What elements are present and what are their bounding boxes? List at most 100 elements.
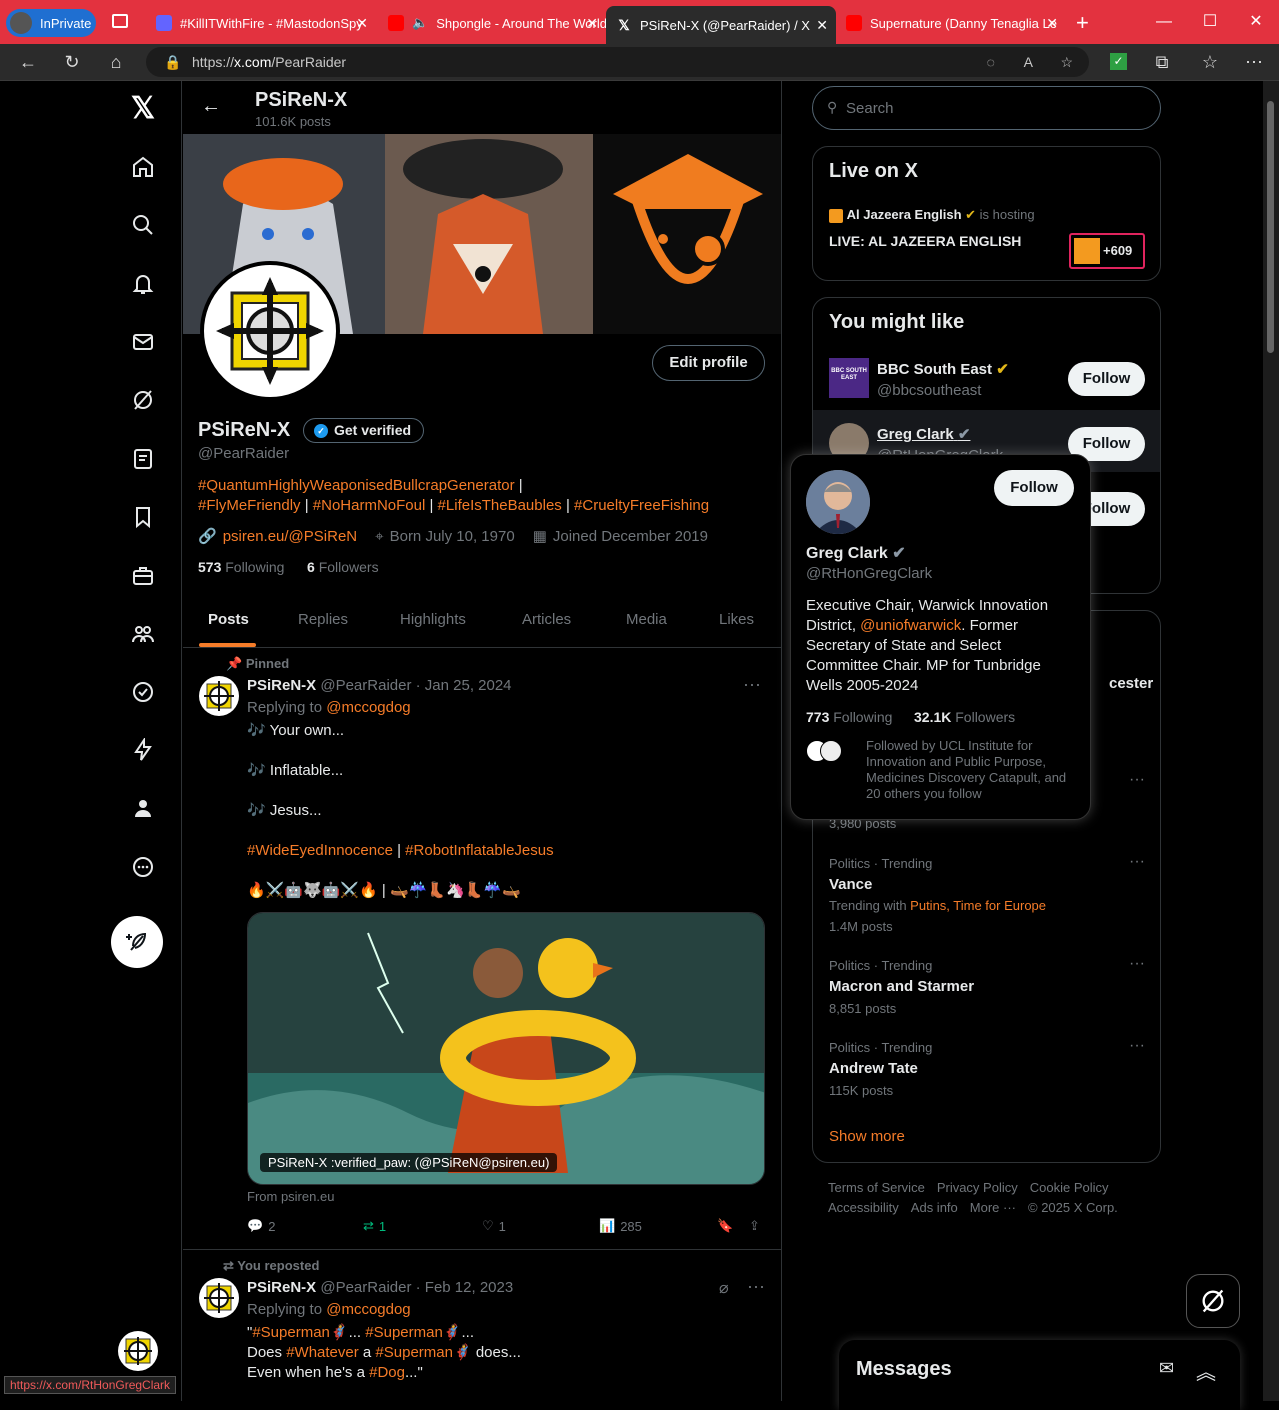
footer-link[interactable]: Privacy Policy	[937, 1180, 1018, 1195]
close-window-icon[interactable]: ✕	[1233, 0, 1279, 44]
suggestion-name[interactable]: BBC South East ✔	[877, 360, 1009, 378]
post-avatar[interactable]	[199, 676, 239, 716]
like-button[interactable]: ♡ 1	[482, 1218, 506, 1234]
views-button[interactable]: 📊 285	[599, 1218, 642, 1234]
hovercard-follow-button[interactable]: Follow	[994, 470, 1074, 506]
search-icon[interactable]	[124, 206, 162, 244]
post-more-icon[interactable]: ···	[747, 1276, 765, 1297]
back-arrow-icon[interactable]: ←	[201, 95, 221, 118]
home-icon[interactable]: ⌂	[104, 52, 128, 73]
messages-envelope-icon[interactable]	[124, 323, 162, 361]
favorite-star-icon[interactable]: ☆	[1060, 47, 1073, 77]
bookmarks-icon[interactable]	[124, 498, 162, 536]
page-scrollbar[interactable]	[1263, 81, 1279, 1401]
hovercard-followed-by[interactable]: Followed by UCL Institute for Innovation…	[866, 738, 1078, 802]
more-circle-icon[interactable]	[124, 848, 162, 886]
profile-website-link[interactable]: psiren.eu/@PSiReN	[223, 528, 357, 545]
communities-icon[interactable]	[124, 615, 162, 653]
trend-name-partial[interactable]: cester	[1109, 675, 1153, 692]
close-icon[interactable]: ✕	[816, 17, 828, 34]
trend-more-icon[interactable]: ···	[1129, 853, 1145, 871]
monetization-bolt-icon[interactable]	[124, 731, 162, 769]
trend-more-icon[interactable]: ···	[1129, 1037, 1145, 1055]
tracking-prevention-icon[interactable]: ◌	[987, 47, 995, 77]
bbc-avatar[interactable]: BBC SOUTH EAST	[829, 358, 869, 398]
favorites-icon[interactable]: ☆	[1198, 52, 1222, 73]
post-more-icon[interactable]: ···	[743, 674, 761, 695]
edit-profile-button[interactable]: Edit profile	[652, 345, 765, 381]
more-menu-icon[interactable]: ⋯	[1242, 52, 1266, 73]
tab-likes[interactable]: Likes	[719, 611, 754, 628]
footer-link[interactable]: More ···	[970, 1200, 1016, 1215]
trend-more-icon[interactable]: ···	[1129, 955, 1145, 973]
followers-link[interactable]: 6 Followers	[307, 559, 379, 575]
tab-replies[interactable]: Replies	[298, 611, 348, 628]
x-logo-icon[interactable]: 𝕏	[124, 89, 162, 127]
inprivate-badge[interactable]: InPrivate	[6, 9, 96, 37]
search-input[interactable]: ⚲ Search	[812, 86, 1161, 130]
share-icon[interactable]: ⇪	[749, 1218, 760, 1234]
tab-youtube-supernature[interactable]: Supernature (Danny Tenaglia Le ✕	[836, 6, 1066, 40]
show-more-link[interactable]: Show more	[829, 1128, 905, 1145]
trend-more-icon[interactable]: ···	[1129, 771, 1145, 789]
live-event-title[interactable]: LIVE: AL JAZEERA ENGLISH	[829, 233, 1021, 249]
get-verified-button[interactable]: ✓ Get verified	[303, 418, 425, 443]
read-aloud-icon[interactable]: A	[1024, 47, 1033, 77]
lists-icon[interactable]	[124, 440, 162, 478]
close-icon[interactable]: ✕	[1046, 15, 1058, 32]
tab-actions-icon[interactable]	[112, 14, 128, 28]
compose-post-button[interactable]	[111, 916, 163, 968]
new-tab-icon[interactable]: +	[1076, 10, 1089, 36]
new-message-icon[interactable]: ✉	[1159, 1358, 1174, 1379]
hovercard-followers[interactable]: 32.1K Followers	[914, 709, 1015, 725]
trend-name[interactable]: Macron and Starmer	[829, 978, 974, 995]
repost-button[interactable]: ⇄ 1	[363, 1218, 386, 1234]
tab-x-profile[interactable]: 𝕏 PSiReN-X (@PearRaider) / X ✕	[606, 6, 836, 44]
profile-avatar[interactable]	[200, 261, 340, 401]
home-icon[interactable]	[124, 148, 162, 186]
verified-orgs-icon[interactable]	[124, 673, 162, 711]
tab-media[interactable]: Media	[626, 611, 667, 628]
bookmark-icon[interactable]: 🔖	[717, 1218, 733, 1234]
live-host[interactable]: Al Jazeera English ✔ is hosting	[829, 207, 1035, 223]
tab-articles[interactable]: Articles	[522, 611, 571, 628]
tab-highlights[interactable]: Highlights	[400, 611, 466, 628]
hovercard-following[interactable]: 773 Following	[806, 709, 892, 725]
hovercard-name[interactable]: Greg Clark ✔	[806, 543, 906, 563]
grok-icon[interactable]	[124, 381, 162, 419]
jobs-briefcase-icon[interactable]	[124, 557, 162, 595]
expand-chevrons-icon[interactable]: ︽	[1196, 1356, 1216, 1385]
extensions-icon[interactable]: ⧉	[1150, 52, 1174, 73]
post-image[interactable]: PSiReN-X :verified_paw: (@PSiReN@psiren.…	[247, 912, 765, 1185]
tab-posts[interactable]: Posts	[208, 611, 249, 628]
back-icon[interactable]: ←	[16, 52, 40, 73]
profile-person-icon[interactable]	[124, 789, 162, 827]
grok-floating-button[interactable]	[1186, 1274, 1240, 1328]
reply-button[interactable]: 💬 2	[247, 1218, 275, 1234]
maximize-icon[interactable]: ☐	[1187, 0, 1233, 44]
close-icon[interactable]: ✕	[586, 15, 598, 32]
live-listeners[interactable]: +609	[1069, 233, 1145, 269]
follow-button[interactable]: Follow	[1068, 362, 1145, 396]
footer-link[interactable]: Accessibility	[828, 1200, 899, 1215]
url-input[interactable]: 🔒 https://x.com/PearRaider ◌ A ☆	[146, 47, 1089, 77]
notifications-bell-icon[interactable]	[124, 265, 162, 303]
footer-link[interactable]: Cookie Policy	[1030, 1180, 1109, 1195]
refresh-icon[interactable]: ↻	[60, 52, 84, 73]
minimize-icon[interactable]: —	[1141, 0, 1187, 44]
messages-drawer[interactable]: Messages ✉ ︽	[839, 1340, 1240, 1410]
footer-link[interactable]: Ads info	[911, 1200, 958, 1215]
following-link[interactable]: 573 Following	[198, 559, 284, 575]
trend-name[interactable]: Andrew Tate	[829, 1060, 918, 1077]
hovercard-avatar[interactable]	[806, 470, 870, 534]
extension-check-icon[interactable]: ✓	[1110, 53, 1127, 70]
grok-explain-icon[interactable]: ⌀	[719, 1278, 729, 1298]
account-avatar[interactable]	[118, 1331, 158, 1371]
tab-mastodon[interactable]: #KillITWithFire - #MastodonSpy ✕	[146, 6, 376, 40]
post-avatar[interactable]	[199, 1278, 239, 1318]
suggestion-name[interactable]: Greg Clark ✔	[877, 425, 970, 443]
footer-link[interactable]: Terms of Service	[828, 1180, 925, 1195]
trend-name[interactable]: Vance	[829, 876, 872, 893]
tab-youtube-shpongle[interactable]: 🔈 Shpongle - Around The World ✕	[378, 6, 606, 40]
scrollbar-thumb[interactable]	[1267, 101, 1274, 353]
